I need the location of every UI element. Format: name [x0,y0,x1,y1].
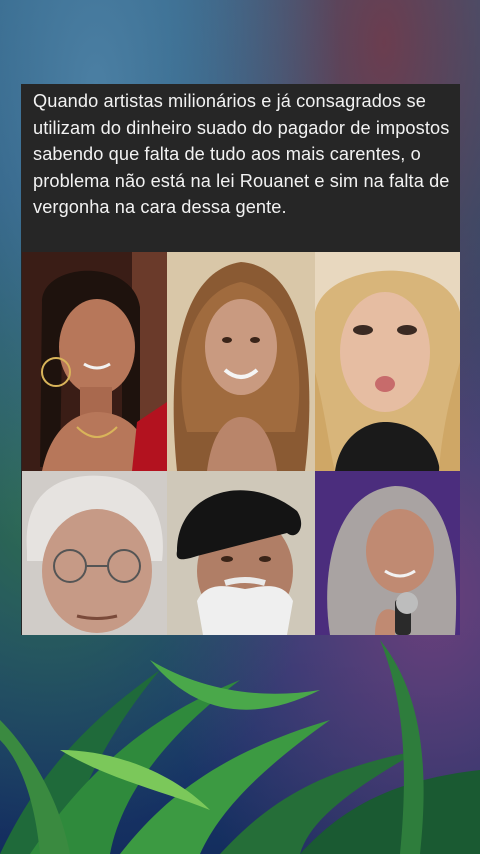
post-caption: Quando artistas milionários e já consagr… [33,91,450,217]
photo-woman-curly-hair [167,252,315,471]
photo-older-man-beret [167,471,315,635]
photo-woman-singing [315,471,460,635]
photo-woman-braids [22,252,167,471]
leaves-decoration [0,640,480,854]
photo-older-man-glasses [22,471,167,635]
photo-woman-kiss [315,252,460,471]
